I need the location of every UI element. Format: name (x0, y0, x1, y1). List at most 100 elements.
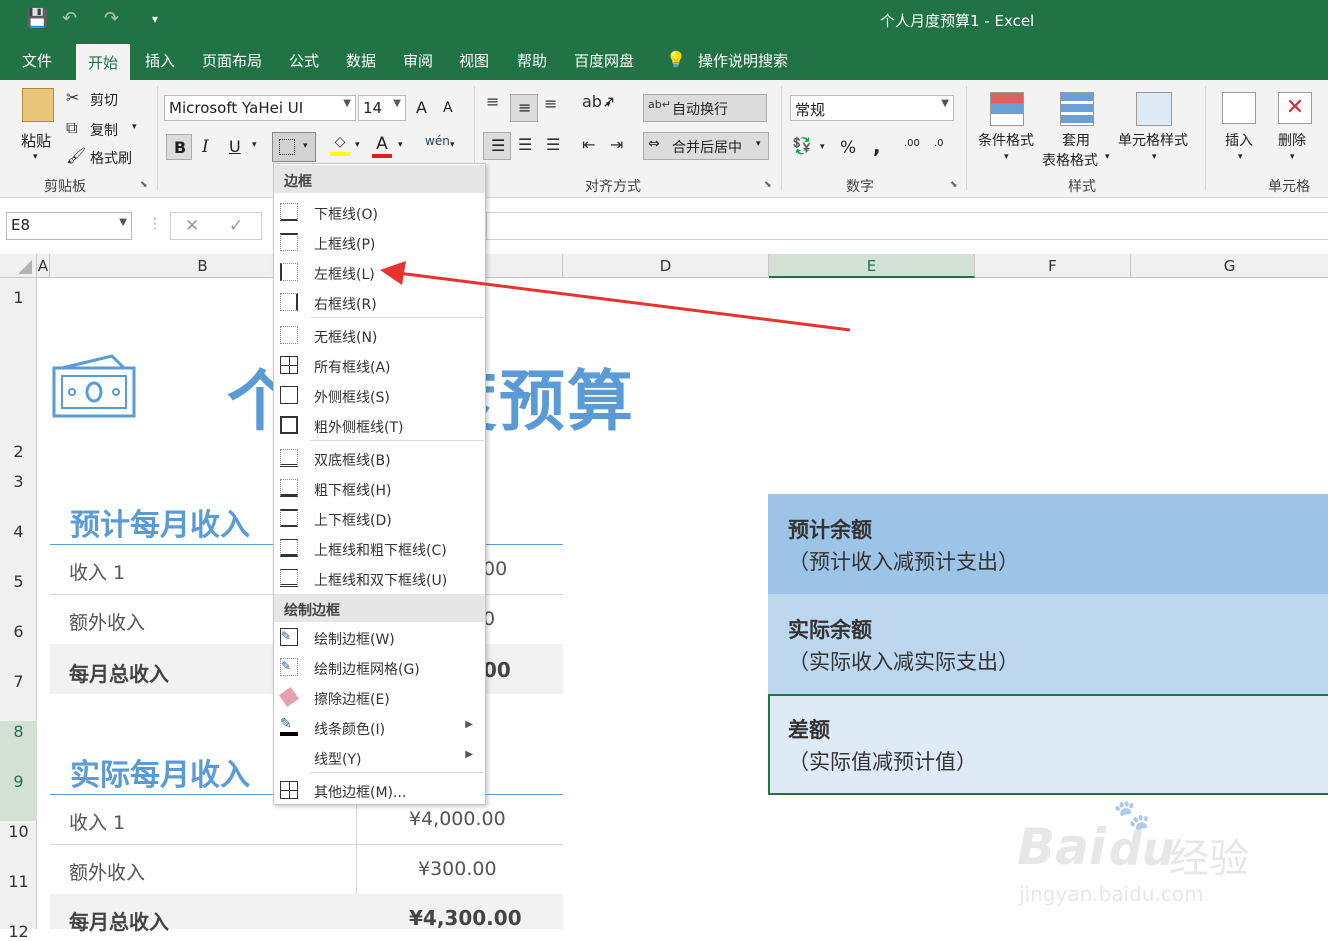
row-header-2[interactable]: 2 (0, 442, 37, 461)
format-table-icon[interactable] (1060, 92, 1094, 126)
select-all-corner[interactable] (0, 254, 37, 278)
row-header-7[interactable]: 7 (0, 672, 37, 691)
align-bottom-icon[interactable]: ≡ (544, 94, 557, 113)
underline-button[interactable]: U (229, 137, 241, 156)
cut-button[interactable]: 剪切 (90, 90, 118, 110)
worksheet-grid[interactable]: 个人月度预算 预计每月收入 收入 1 00 额外收入 0 每月总收入 00 实际… (37, 278, 1328, 934)
name-box[interactable]: E8 ▼ (6, 212, 132, 240)
format-painter-button[interactable]: 格式刷 (90, 148, 132, 168)
increase-decimal-button[interactable]: .00 (904, 138, 920, 149)
row-header-3[interactable]: 3 (0, 472, 37, 491)
cell-styles-button[interactable]: 单元格样式 (1118, 130, 1188, 150)
insert-button[interactable]: 插入 (1225, 130, 1253, 150)
menu-item-thick-bottom-border[interactable]: 粗下框线(H) (274, 473, 485, 503)
decrease-indent-icon[interactable]: ⇤ (582, 135, 595, 154)
menu-item-draw-border-grid[interactable]: ✎ 绘制边框网格(G) (274, 652, 485, 682)
paste-icon[interactable] (22, 88, 54, 122)
tab-home[interactable]: 开始 (76, 44, 131, 80)
copy-button[interactable]: 复制 (90, 120, 118, 140)
percent-button[interactable]: % (840, 138, 856, 158)
menu-item-outside-borders[interactable]: 外侧框线(S) (274, 380, 485, 410)
align-top-icon[interactable]: ≡ (486, 92, 499, 111)
align-center-icon[interactable]: ☰ (518, 135, 532, 154)
row-header-5[interactable]: 5 (0, 572, 37, 591)
cell-styles-dropdown-icon[interactable]: ▾ (1152, 152, 1157, 162)
menu-item-top-double-bottom-border[interactable]: 上框线和双下框线(U) (274, 563, 485, 593)
paste-button[interactable]: 粘贴 (21, 130, 51, 151)
format-table-line1[interactable]: 套用 (1062, 130, 1090, 150)
number-format-combo[interactable]: 常规 ▼ (790, 95, 954, 121)
column-header-a[interactable]: A (37, 254, 50, 278)
menu-item-more-borders[interactable]: 其他边框(M)... (274, 775, 485, 805)
tell-me-search[interactable]: 操作说明搜索 (698, 50, 788, 71)
paste-dropdown-icon[interactable]: ▾ (33, 152, 38, 162)
undo-icon[interactable]: ↶ (62, 8, 77, 29)
menu-item-double-bottom-border[interactable]: 双底框线(B) (274, 443, 485, 473)
alignment-launcher-icon[interactable]: ⬊ (764, 180, 772, 190)
table-dropdown-icon[interactable]: ▾ (1105, 152, 1110, 162)
menu-item-bottom-border[interactable]: 下框线(O) (274, 197, 485, 227)
row-header-1[interactable]: 1 (0, 288, 37, 307)
tab-data[interactable]: 数据 (346, 50, 376, 71)
delete-dropdown-icon[interactable]: ▾ (1290, 152, 1295, 162)
font-color-button[interactable]: A (372, 134, 392, 158)
menu-item-all-borders[interactable]: 所有框线(A) (274, 350, 485, 380)
phonetic-icon[interactable]: wén (425, 134, 450, 148)
row-header-10[interactable]: 10 (0, 822, 37, 841)
tab-baidu-netdisk[interactable]: 百度网盘 (574, 50, 634, 71)
conditional-format-icon[interactable] (990, 92, 1024, 126)
fill-color-icon[interactable]: ◇ (330, 134, 350, 156)
format-table-line2[interactable]: 表格格式 (1042, 150, 1098, 170)
menu-item-erase-border[interactable]: 擦除边框(E) (274, 682, 485, 712)
number-launcher-icon[interactable]: ⬊ (950, 180, 958, 190)
phonetic-dropdown-icon[interactable]: ▾ (450, 140, 455, 150)
menu-item-thick-box-border[interactable]: 粗外侧框线(T) (274, 410, 485, 440)
customize-qat-icon[interactable]: ▾ (152, 12, 158, 26)
menu-item-line-color[interactable]: ✎ 线条颜色(I) ▶ (274, 712, 485, 742)
decrease-decimal-button[interactable]: .0 (934, 138, 944, 149)
tab-page-layout[interactable]: 页面布局 (202, 50, 262, 71)
comma-button[interactable]: , (873, 134, 881, 158)
merge-center-button[interactable]: ⇔ 合并后居中 ▾ (643, 132, 769, 160)
fill-dropdown-icon[interactable]: ▾ (355, 140, 360, 150)
tab-review[interactable]: 审阅 (403, 50, 433, 71)
tab-file[interactable]: 文件 (22, 50, 52, 71)
column-header-g[interactable]: G (1131, 254, 1328, 278)
delete-cells-icon[interactable]: ✕ (1278, 92, 1312, 124)
currency-dropdown-icon[interactable]: ▾ (820, 142, 825, 152)
menu-item-top-thick-bottom-border[interactable]: 上框线和粗下框线(C) (274, 533, 485, 563)
save-icon[interactable]: 💾 (26, 8, 48, 29)
insert-cells-icon[interactable] (1222, 92, 1256, 124)
italic-button[interactable]: I (202, 137, 209, 157)
column-header-f[interactable]: F (975, 254, 1131, 278)
delete-button[interactable]: 删除 (1278, 130, 1306, 150)
summary-planned-box[interactable]: 预计余额 （预计收入减预计支出） (768, 494, 1328, 594)
redo-icon[interactable]: ↷ (104, 8, 119, 29)
copy-dropdown-icon[interactable]: ▾ (132, 122, 137, 132)
font-name-combo[interactable]: Microsoft YaHei UI ▼ (164, 95, 356, 121)
formula-input[interactable] (486, 212, 1328, 240)
summary-difference-box[interactable]: 差额 （实际值减预计值） (768, 694, 1328, 795)
shrink-font-button[interactable]: A (443, 100, 453, 116)
conditional-format-button[interactable]: 条件格式 (978, 130, 1034, 150)
insert-dropdown-icon[interactable]: ▾ (1238, 152, 1243, 162)
grow-font-button[interactable]: A (416, 98, 427, 117)
orientation-dropdown-icon[interactable]: ▾ (606, 100, 611, 110)
currency-icon[interactable]: 💱 (792, 136, 812, 155)
font-color-dropdown-icon[interactable]: ▾ (398, 140, 403, 150)
tab-help[interactable]: 帮助 (517, 50, 547, 71)
enter-icon[interactable]: ✓ (229, 216, 243, 236)
borders-button[interactable]: ▾ (272, 132, 316, 162)
clipboard-launcher-icon[interactable]: ⬊ (140, 180, 148, 190)
bold-button[interactable]: B (166, 134, 192, 160)
row-header-6[interactable]: 6 (0, 622, 37, 641)
align-left-button[interactable]: ☰ (483, 132, 511, 160)
menu-item-line-style[interactable]: 线型(Y) ▶ (274, 742, 485, 772)
cond-dropdown-icon[interactable]: ▾ (1004, 152, 1009, 162)
tab-view[interactable]: 视图 (459, 50, 489, 71)
row-header-4[interactable]: 4 (0, 522, 37, 541)
row-header-12[interactable]: 12 (0, 922, 37, 941)
cancel-icon[interactable]: ✕ (185, 216, 199, 236)
tab-insert[interactable]: 插入 (145, 50, 175, 71)
increase-indent-icon[interactable]: ⇥ (610, 135, 623, 154)
